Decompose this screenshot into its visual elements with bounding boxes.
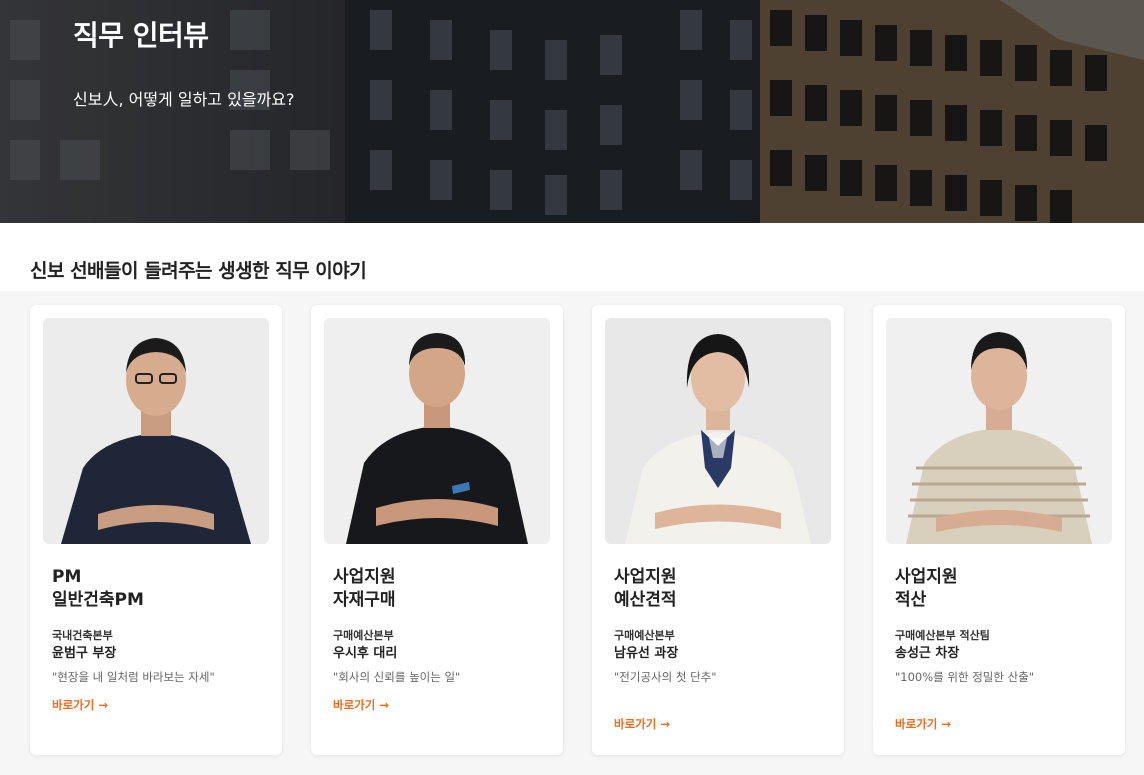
hero-banner: 직무 인터뷰 신보人, 어떻게 일하고 있을까요? xyxy=(0,0,1144,223)
job-title: 사업지원 적산 xyxy=(895,566,958,612)
view-interview-link[interactable]: 바로가기 → xyxy=(52,697,108,713)
profile-photo xyxy=(324,318,550,544)
employee-name: 남유선 과장 xyxy=(614,646,679,661)
department-label: 구매예산본부 xyxy=(614,629,675,642)
job-role: 예산견적 xyxy=(614,590,677,610)
interview-quote: "100%를 위한 정밀한 산출" xyxy=(895,670,1035,684)
profile-photo xyxy=(43,318,269,544)
interview-card[interactable]: 사업지원 예산견적 구매예산본부 남유선 과장 "전기공사의 첫 단추" 바로가… xyxy=(592,305,844,755)
section-heading: 신보 선배들이 들려주는 생생한 직무 이야기 xyxy=(30,260,367,282)
job-title: 사업지원 예산견적 xyxy=(614,566,677,612)
department-label: 구매예산본부 xyxy=(333,629,394,642)
interview-card[interactable]: PM 일반건축PM 국내건축본부 윤범구 부장 "현장을 내 일처럼 바라보는 … xyxy=(30,305,282,755)
job-category: 사업지원 xyxy=(895,567,958,587)
job-role: 자재구매 xyxy=(333,590,396,610)
job-category: 사업지원 xyxy=(333,567,396,587)
job-role: 적산 xyxy=(895,590,927,610)
profile-photo xyxy=(886,318,1112,544)
employee-name: 윤범구 부장 xyxy=(52,646,117,661)
interview-quote: "전기공사의 첫 단추" xyxy=(614,670,717,684)
view-interview-link[interactable]: 바로가기 → xyxy=(333,697,389,713)
interview-card[interactable]: 사업지원 자재구매 구매예산본부 우시후 대리 "회사의 신뢰를 높이는 일" … xyxy=(311,305,563,755)
page-title: 직무 인터뷰 xyxy=(73,19,209,52)
department-label: 구매예산본부 적산팀 xyxy=(895,629,990,642)
interview-quote: "현장을 내 일처럼 바라보는 자세" xyxy=(52,670,215,684)
profile-photo xyxy=(605,318,831,544)
interview-card[interactable]: 사업지원 적산 구매예산본부 적산팀 송성근 차장 "100%를 위한 정밀한 … xyxy=(873,305,1125,755)
job-category: PM xyxy=(52,567,82,587)
job-title: PM 일반건축PM xyxy=(52,566,144,612)
interview-card-list: PM 일반건축PM 국내건축본부 윤범구 부장 "현장을 내 일처럼 바라보는 … xyxy=(0,291,1144,775)
job-category: 사업지원 xyxy=(614,567,677,587)
interview-quote: "회사의 신뢰를 높이는 일" xyxy=(333,670,461,684)
page-subtitle: 신보人, 어떻게 일하고 있을까요? xyxy=(73,90,295,109)
view-interview-link[interactable]: 바로가기 → xyxy=(895,716,951,732)
employee-name: 송성근 차장 xyxy=(895,646,960,661)
job-title: 사업지원 자재구매 xyxy=(333,566,396,612)
employee-name: 우시후 대리 xyxy=(333,646,398,661)
section-header: 신보 선배들이 들려주는 생생한 직무 이야기 xyxy=(0,223,1144,291)
view-interview-link[interactable]: 바로가기 → xyxy=(614,716,670,732)
department-label: 국내건축본부 xyxy=(52,629,113,642)
job-role: 일반건축PM xyxy=(52,590,144,610)
